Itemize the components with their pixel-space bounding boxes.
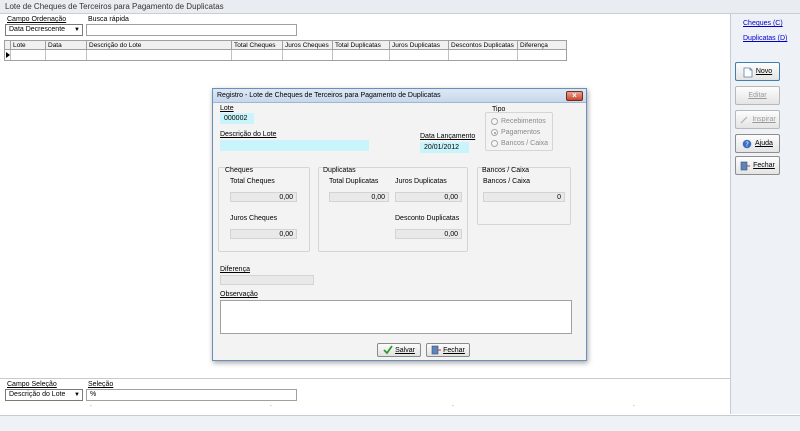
- observacao-label: Observação: [220, 291, 258, 298]
- lote-field[interactable]: 000002: [220, 113, 254, 124]
- column-header[interactable]: Data: [46, 41, 87, 49]
- status-bar: [0, 415, 800, 431]
- row-pointer-icon: [5, 50, 11, 60]
- new-document-icon: [743, 67, 753, 77]
- exit-door-icon: [740, 161, 751, 171]
- ajuda-button[interactable]: ? Ajuda: [735, 134, 780, 153]
- column-header[interactable]: Total Duplicatas: [333, 41, 390, 49]
- diferenca-label: Diferença: [220, 266, 250, 273]
- svg-text:?: ?: [745, 140, 749, 148]
- ajuda-label: Ajuda: [755, 140, 773, 147]
- column-header[interactable]: Total Cheques: [232, 41, 283, 49]
- descricao-label: Descrição do Lote: [220, 131, 277, 138]
- selection-field-label: Campo Seleção: [7, 381, 57, 388]
- desconto-duplicatas-value: 0,00: [395, 229, 462, 239]
- total-cheques-value: 0,00: [230, 192, 297, 202]
- check-icon: [383, 345, 393, 355]
- chevron-down-icon: ▼: [74, 27, 80, 33]
- novo-label: Novo: [755, 68, 773, 75]
- juros-cheques-label: Juros Cheques: [230, 215, 278, 222]
- bancos-caixa-label: Bancos / Caixa: [483, 178, 531, 185]
- desconto-duplicatas-label: Desconto Duplicatas: [395, 215, 460, 222]
- table-row[interactable]: [4, 50, 567, 61]
- registro-dialog: Registro - Lote de Cheques de Terceiros …: [212, 88, 587, 361]
- bottom-divider: [0, 378, 730, 379]
- radio-label: Recebimentos: [501, 118, 546, 125]
- column-header[interactable]: Descrição do Lote: [87, 41, 232, 49]
- editar-label: Editar: [748, 92, 767, 99]
- order-combo-value: Data Decrescente: [9, 26, 66, 33]
- grid-header: Lote Data Descrição do Lote Total Cheque…: [4, 40, 567, 50]
- selection-label: Seleção: [88, 381, 114, 388]
- radio-pagamentos[interactable]: Pagamentos: [491, 129, 540, 136]
- exit-door-icon: [431, 345, 442, 355]
- salvar-label: Salvar: [395, 346, 415, 354]
- selection-field-value: Descrição do Lote: [9, 391, 66, 398]
- scale-tick: ˹: [452, 406, 454, 412]
- data-lancamento-label: Data Lançamento: [420, 133, 476, 140]
- window-title: Lote de Cheques de Terceiros para Pagame…: [0, 0, 800, 14]
- inspirar-label: Inspirar: [752, 116, 776, 123]
- search-input[interactable]: [86, 24, 297, 36]
- dialog-title: Registro - Lote de Cheques de Terceiros …: [213, 89, 586, 103]
- column-header[interactable]: Juros Cheques: [283, 41, 333, 49]
- search-label: Busca rápida: [88, 16, 129, 23]
- total-cheques-label: Total Cheques: [230, 178, 275, 185]
- data-lancamento-field[interactable]: 20/01/2012: [420, 142, 469, 153]
- descricao-field[interactable]: [220, 140, 369, 151]
- scale-tick: ˹: [90, 406, 92, 412]
- cheques-group: Cheques Total Cheques 0,00 Juros Cheques…: [218, 167, 310, 252]
- cheques-link[interactable]: Cheques (C): [743, 20, 783, 27]
- dialog-fechar-label: Fechar: [443, 346, 465, 354]
- fechar-button[interactable]: Fechar: [735, 156, 780, 175]
- bancos-caixa-group-label: Bancos / Caixa: [482, 167, 530, 174]
- inspirar-button[interactable]: Inspirar: [735, 110, 780, 129]
- selection-input[interactable]: %: [86, 389, 297, 401]
- lote-label: Lote: [220, 105, 234, 112]
- total-duplicatas-value: 0,00: [329, 192, 389, 202]
- cheques-group-label: Cheques: [225, 167, 254, 174]
- column-header[interactable]: Descontos Duplicatas: [449, 41, 518, 49]
- scale-tick: ˹: [633, 406, 635, 412]
- right-panel: Cheques (C) Duplicatas (D) Novo Editar I…: [730, 14, 800, 414]
- radio-label: Pagamentos: [501, 129, 541, 136]
- order-field-label: Campo Ordenação: [7, 16, 67, 23]
- tipo-group: Recebimentos Pagamentos Bancos / Caixa: [485, 112, 553, 151]
- column-header[interactable]: Lote: [11, 41, 46, 49]
- column-header[interactable]: Juros Duplicatas: [390, 41, 449, 49]
- fechar-label: Fechar: [753, 162, 775, 169]
- pen-icon: [739, 115, 749, 125]
- bancos-caixa-group: Bancos / Caixa Bancos / Caixa 0: [477, 167, 571, 225]
- total-duplicatas-label: Total Duplicatas: [329, 178, 379, 185]
- selection-field-combo[interactable]: Descrição do Lote ▼: [5, 389, 83, 401]
- duplicatas-link[interactable]: Duplicatas (D): [743, 35, 787, 42]
- juros-cheques-value: 0,00: [230, 229, 297, 239]
- scale-tick: ˹: [270, 406, 272, 412]
- observacao-textarea[interactable]: [220, 300, 572, 334]
- radio-bancos-caixa[interactable]: Bancos / Caixa: [491, 140, 548, 147]
- editar-button[interactable]: Editar: [735, 86, 780, 105]
- juros-duplicatas-value: 0,00: [395, 192, 462, 202]
- dialog-fechar-button[interactable]: Fechar: [426, 343, 470, 357]
- novo-button[interactable]: Novo: [735, 62, 780, 81]
- help-icon: ?: [742, 139, 752, 149]
- chevron-down-icon: ▼: [74, 392, 80, 398]
- radio-recebimentos[interactable]: Recebimentos: [491, 118, 546, 125]
- radio-circle: [491, 140, 498, 147]
- duplicatas-group: Duplicatas Total Duplicatas 0,00 Juros D…: [318, 167, 468, 252]
- close-icon[interactable]: ×: [566, 91, 583, 101]
- juros-duplicatas-label: Juros Duplicatas: [395, 178, 447, 185]
- diferenca-value: [220, 275, 314, 285]
- radio-label: Bancos / Caixa: [501, 140, 549, 147]
- radio-circle: [491, 118, 498, 125]
- bancos-caixa-value: 0: [483, 192, 565, 202]
- duplicatas-group-label: Duplicatas: [323, 167, 356, 174]
- order-combo[interactable]: Data Decrescente ▼: [5, 24, 83, 36]
- column-header[interactable]: Diferença: [518, 41, 564, 49]
- salvar-button[interactable]: Salvar: [377, 343, 421, 357]
- radio-circle-selected: [491, 129, 498, 136]
